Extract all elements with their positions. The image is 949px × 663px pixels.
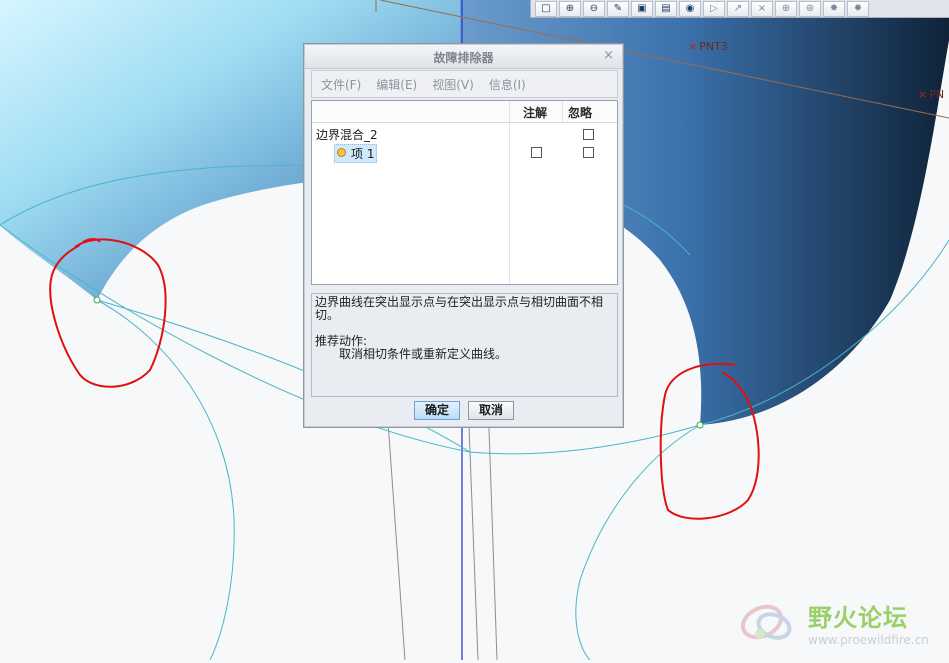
zoom-window-icon[interactable]: □ [535,0,557,17]
repaint-icon[interactable]: ✎ [607,0,629,17]
menu-edit[interactable]: 编辑(E) [370,76,426,93]
tree-item-label[interactable]: 边界混合_2 [316,126,378,143]
table-row[interactable]: 项 1 [312,143,617,163]
tree-item-selected[interactable]: 项 1 [334,144,378,163]
close-icon[interactable]: × [603,48,614,63]
annotation-icon[interactable]: ⊛ [799,0,821,17]
sketch-line-3 [487,399,498,661]
ignore-checkbox[interactable] [583,129,594,140]
column-annotation[interactable]: 注解 [523,104,547,121]
menu-file[interactable]: 文件(F) [315,76,370,93]
menu-view[interactable]: 视图(V) [426,76,483,93]
dialog-title: 故障排除器 [433,51,494,65]
warning-dot-icon [337,148,346,157]
saved-views-icon[interactable]: ▤ [655,0,677,17]
camera-icon[interactable]: ◉ [679,0,701,17]
highlighted-point-left [93,296,101,304]
forum-watermark: 野火论坛 www.proewildfire.cn [738,596,949,656]
view-toolbar: □ ⊕ ⊖ ✎ ▣ ▤ ◉ ▷ ↗ × ⊕ ⊛ ✸ ✹ [530,0,949,18]
dialog-menubar: 文件(F) 编辑(E) 视图(V) 信息(I) [311,70,618,98]
menu-info[interactable]: 信息(I) [483,76,535,93]
datum-points-icon[interactable]: × [751,0,773,17]
dialog-titlebar[interactable]: 故障排除器 × [305,45,622,69]
highlighted-point-right [696,421,704,429]
cancel-button[interactable]: 取消 [468,401,514,420]
table-row[interactable]: 边界混合_2 [312,125,617,143]
message-action: 取消相切条件或重新定义曲线。 [339,347,508,361]
problem-tree-table: 注解 忽略 边界混合_2 项 1 [311,100,618,285]
datum-point-label-a: × PNT3 [688,40,728,53]
table-header: 注解 忽略 [312,101,617,123]
watermark-title: 野火论坛 [808,604,908,632]
ignore-checkbox[interactable] [583,147,594,158]
message-description: 边界曲线在突出显示点与在突出显示点与相切曲面不相切。 [315,295,604,322]
shading-icon[interactable]: ▣ [631,0,653,17]
coordinate-system-icon[interactable]: ⊕ [775,0,797,17]
spin-center-icon[interactable]: ✸ [823,0,845,17]
zoom-out-icon[interactable]: ⊖ [583,0,605,17]
display-style-icon[interactable]: ✹ [847,0,869,17]
sketch-line-2 [467,399,479,661]
watermark-url: www.proewildfire.cn [808,633,929,647]
datum-point-label-b: × PN [918,88,945,101]
troubleshooter-dialog: 故障排除器 × 文件(F) 编辑(E) 视图(V) 信息(I) 注解 忽略 边界… [303,43,624,428]
message-panel: 边界曲线在突出显示点与在突出显示点与相切曲面不相切。 推荐动作: 取消相切条件或… [311,293,618,397]
datum-axes-icon[interactable]: ↗ [727,0,749,17]
datum-planes-icon[interactable]: ▷ [703,0,725,17]
zoom-in-icon[interactable]: ⊕ [559,0,581,17]
annotation-checkbox[interactable] [531,147,542,158]
column-ignore[interactable]: 忽略 [568,104,592,121]
ok-button[interactable]: 确定 [414,401,460,420]
watermark-logo-icon [740,604,792,640]
